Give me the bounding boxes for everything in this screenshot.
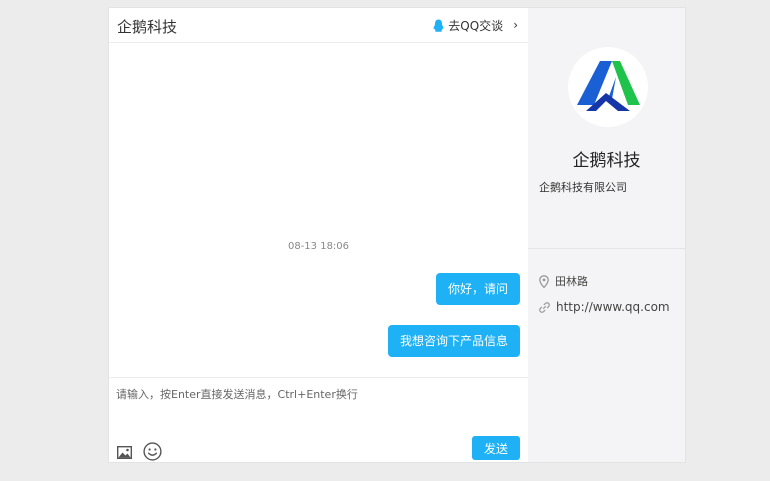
location-pin-icon xyxy=(539,274,549,288)
chat-title: 企鹅科技 xyxy=(117,18,178,36)
company-logo-mark xyxy=(577,61,640,111)
company-logo xyxy=(568,47,648,127)
company-full-name: 企鹅科技有限公司 xyxy=(539,181,627,194)
company-website[interactable]: http://www.qq.com xyxy=(539,300,670,314)
message-composer: 发送 xyxy=(109,377,528,462)
company-name: 企鹅科技 xyxy=(572,151,641,171)
sent-message-bubble: 我想咨询下产品信息 xyxy=(387,325,520,357)
message-list: 08-13 18:06 你好，请问 我想咨询下产品信息 xyxy=(109,44,528,377)
website-link[interactable]: http://www.qq.com xyxy=(556,300,670,314)
message-input[interactable] xyxy=(116,386,520,426)
company-profile-panel: 企鹅科技 企鹅科技有限公司 田林路 http://www.qq.com xyxy=(528,8,685,462)
go-to-qq-label: 去QQ交谈 xyxy=(448,18,504,33)
image-icon[interactable] xyxy=(117,446,132,459)
sent-message-bubble: 你好，请问 xyxy=(435,273,520,305)
company-address: 田林路 xyxy=(539,273,588,289)
chevron-right-icon: › xyxy=(513,18,518,32)
address-text: 田林路 xyxy=(555,275,588,288)
profile-divider xyxy=(528,248,685,249)
go-to-qq-link[interactable]: 去QQ交谈 › xyxy=(433,17,518,33)
message-timestamp: 08-13 18:06 xyxy=(287,241,350,252)
emoji-icon[interactable] xyxy=(143,442,162,461)
chat-window: 企鹅科技 去QQ交谈 › 08-13 18:06 你好，请问 我想咨询下产品信息 xyxy=(108,7,686,463)
link-icon xyxy=(539,301,550,313)
chat-header: 企鹅科技 去QQ交谈 › xyxy=(109,8,528,43)
send-button[interactable]: 发送 xyxy=(472,436,520,460)
chat-panel: 企鹅科技 去QQ交谈 › 08-13 18:06 你好，请问 我想咨询下产品信息 xyxy=(109,8,528,462)
qq-penguin-icon xyxy=(433,19,444,32)
